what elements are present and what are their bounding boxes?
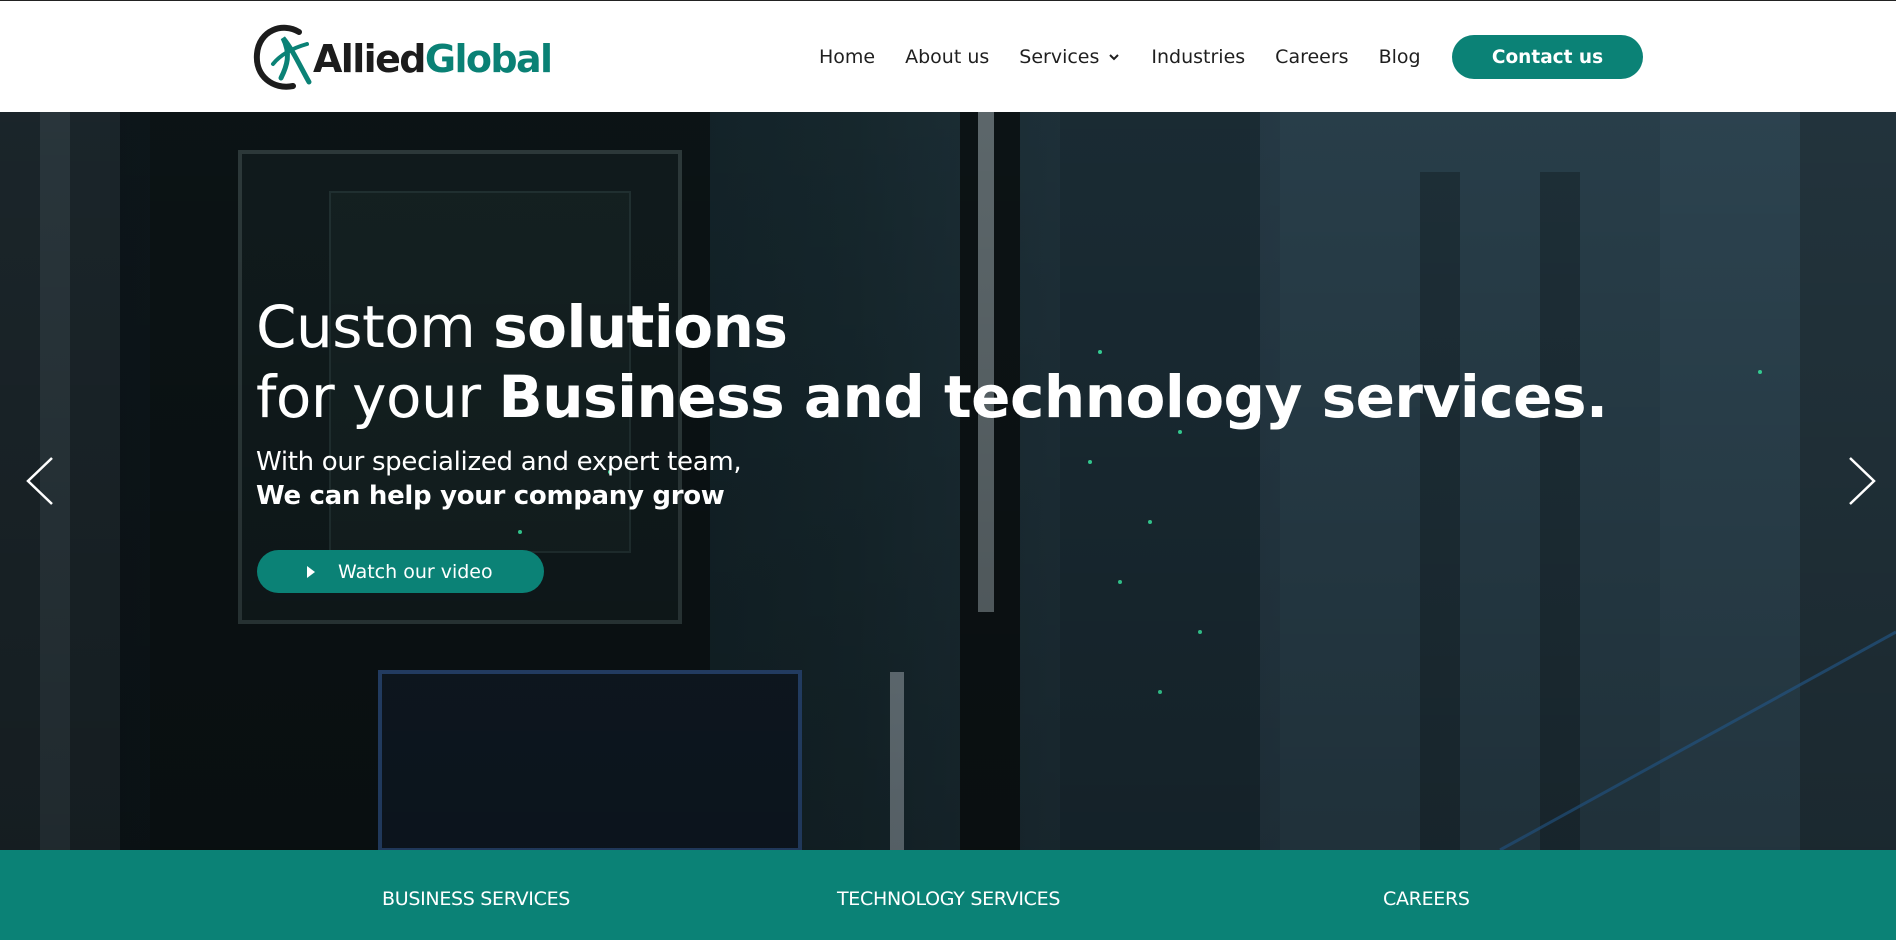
band-item-technology-services[interactable]: TECHNOLOGY SERVICES [837, 888, 1060, 910]
hero-title-line2-light: for your [256, 363, 499, 431]
nav-item-label: Industries [1151, 46, 1246, 68]
contact-us-button[interactable]: Contact us [1452, 35, 1643, 79]
hero-subtitle-line1: With our specialized and expert team, [256, 447, 742, 477]
chevron-left-icon[interactable] [20, 454, 60, 508]
hero-title-line2: for your Business and technology service… [256, 362, 1608, 432]
nav-item-blog[interactable]: Blog [1379, 46, 1421, 68]
hero-title-line1: Custom solutions [256, 292, 1608, 362]
hero-title-line2-bold: Business and technology services. [498, 363, 1608, 431]
nav-item-label: Careers [1275, 46, 1349, 68]
watch-video-label: Watch our video [338, 560, 493, 583]
main-nav: Home About us Services Industries Career… [819, 1, 1451, 113]
nav-item-label: Services [1019, 46, 1100, 68]
chevron-down-icon [1109, 54, 1120, 61]
brand-name: AlliedGlobal [313, 37, 553, 81]
band-item-business-services[interactable]: BUSINESS SERVICES [382, 888, 570, 910]
hero-carousel: Custom solutions for your Business and t… [0, 112, 1896, 850]
nav-item-industries[interactable]: Industries [1151, 46, 1245, 68]
nav-item-home[interactable]: Home [819, 46, 875, 68]
brand-name-part2: Global [424, 37, 553, 81]
allied-global-logo-icon [253, 24, 312, 90]
hero-title-line1-light: Custom [256, 293, 494, 361]
play-icon [307, 565, 315, 578]
nav-item-label: Blog [1378, 46, 1421, 68]
chevron-right-icon[interactable] [1842, 454, 1882, 508]
brand-name-part1: Allied [313, 37, 426, 81]
watch-video-button[interactable]: Watch our video [257, 550, 544, 593]
hero-subtitle: With our specialized and expert team, We… [256, 445, 742, 513]
nav-item-careers[interactable]: Careers [1275, 46, 1348, 68]
hero-title: Custom solutions for your Business and t… [256, 292, 1608, 432]
hero-title-line1-bold: solutions [493, 293, 788, 361]
site-header: AlliedGlobal Home About us Services Indu… [0, 0, 1896, 112]
nav-item-services[interactable]: Services [1019, 46, 1121, 68]
brand-logo[interactable]: AlliedGlobal [253, 23, 553, 91]
nav-item-label: About us [905, 46, 990, 68]
nav-item-about[interactable]: About us [905, 46, 989, 68]
hero-subtitle-line2: We can help your company grow [256, 481, 725, 511]
nav-item-label: Home [819, 46, 876, 68]
band-item-careers[interactable]: CAREERS [1383, 888, 1470, 910]
services-band: BUSINESS SERVICES TECHNOLOGY SERVICES CA… [0, 850, 1896, 940]
